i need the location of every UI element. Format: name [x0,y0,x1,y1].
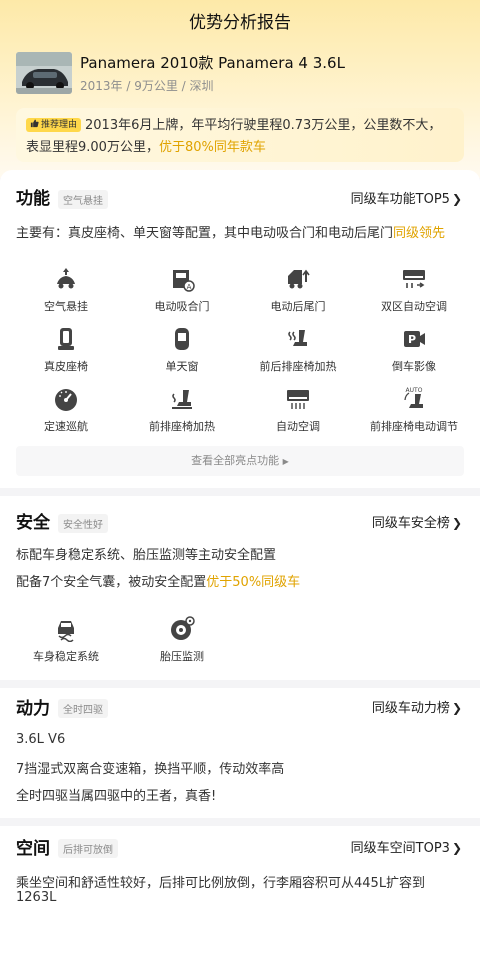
space-top3-link[interactable]: 同级车空间TOP3 ❯ [351,837,462,856]
safety-tag: 安全性好 [58,514,108,533]
safety-line-2-text: 配备7个安全气囊，被动安全配置 [16,575,207,590]
leather-seat-icon [58,328,74,350]
power-line-3: 全时四驱当属四驱中的王者，真香! [16,789,217,804]
feature-label: 定速巡航 [44,420,88,433]
seat-heating-icon [288,330,307,346]
safety-line-2: 配备7个安全气囊，被动安全配置优于50%同级车 [16,571,300,590]
safety-title: 安全 [16,513,50,533]
feature-label: 自动空调 [276,420,320,433]
feature-label: 电动吸合门 [154,300,210,313]
power-seat-adjust-icon: AUTO [404,387,423,408]
space-title: 空间 [16,839,50,859]
feature-label: 单天窗 [165,360,199,373]
header-banner: 优势分析报告 Panamera 2010款 Panamera 4 3.6L 20… [0,0,480,178]
power-tag: 全时四驱 [58,699,108,718]
soft-close-door-icon: A [173,270,195,292]
function-title: 功能 [16,189,50,209]
feature-front-seat-heating[interactable]: 前排座椅加热 [122,386,242,434]
see-all-features-button[interactable]: 查看全部亮点功能 ▶ [16,446,464,476]
caret-right-icon: ▶ [282,457,289,466]
page-title: 优势分析报告 [189,13,291,33]
feature-label: 胎压监测 [160,650,204,663]
function-summary: 主要有：真皮座椅、单天窗等配置，其中电动吸合门和电动后尾门同级领先 [16,222,445,241]
power-tailgate-icon [288,269,310,289]
feature-stability-control[interactable]: 车身稳定系统 [6,616,126,664]
feature-label: 前排座椅加热 [149,420,215,433]
function-summary-text: 主要有：真皮座椅、单天窗等配置，其中电动吸合门和电动后尾门 [16,226,394,241]
feature-label: 前后排座椅加热 [259,360,337,373]
feature-dual-zone-ac[interactable]: 双区自动空调 [354,266,474,314]
space-link-label: 同级车空间TOP3 [350,841,450,856]
function-summary-highlight: 同级领先 [393,226,446,241]
function-top5-link[interactable]: 同级车功能TOP5 ❯ [351,188,462,207]
space-line-2: 1263L [16,890,57,905]
feature-label: 车身稳定系统 [33,650,99,663]
feature-label: 前排座椅电动调节 [370,420,458,433]
feature-tire-pressure[interactable]: 胎压监测 [122,616,242,664]
air-suspension-icon [57,268,75,289]
dual-zone-ac-icon [403,270,425,288]
feature-cruise-control[interactable]: 定速巡航 [6,386,126,434]
space-line-1: 乘坐空间和舒适性较好，后排可比例放倒，行李厢容积可从445L扩容到 [16,876,426,891]
feature-power-tailgate[interactable]: 电动后尾门 [238,266,358,314]
chevron-right-icon: ❯ [451,701,462,715]
feature-parking-camera[interactable]: P 倒车影像 [354,326,474,374]
safety-rank-link[interactable]: 同级车安全榜 ❯ [372,512,462,531]
front-seat-heating-icon [172,390,192,409]
function-link-label: 同级车功能TOP5 [350,192,450,207]
power-link-label: 同级车动力榜 [371,701,450,716]
function-tag: 空气悬挂 [58,190,108,209]
feature-leather-seat[interactable]: 真皮座椅 [6,326,126,374]
recommend-badge: 推荐理由 [26,118,82,132]
space-tag: 后排可放倒 [58,839,118,858]
recommend-badge-label: 推荐理由 [41,120,78,130]
chevron-right-icon: ❯ [451,841,462,855]
feature-air-suspension[interactable]: 空气悬挂 [6,266,126,314]
svg-text:P: P [408,333,416,346]
recommend-reason: 推荐理由 2013年6月上牌，年平均行驶里程0.73万公里，公里数不大，表显里程… [16,108,464,162]
safety-line-2-highlight: 优于50%同级车 [206,575,301,590]
feature-auto-ac[interactable]: 自动空调 [238,386,358,434]
thumb-up-icon [30,119,39,128]
car-name: Panamera 2010款 Panamera 4 3.6L [80,54,345,72]
feature-label: 空气悬挂 [44,300,88,313]
power-line-1: 3.6L V6 [16,732,66,747]
feature-label: 电动后尾门 [270,300,326,313]
car-meta: 2013年 / 9万公里 / 深圳 [80,79,214,93]
tire-pressure-icon [171,616,195,640]
power-title: 动力 [16,699,50,719]
see-all-label: 查看全部亮点功能 [191,454,280,467]
power-line-2: 7挡湿式双离合变速箱，换挡平顺，传动效率高 [16,762,285,777]
parking-camera-icon: P [404,331,425,347]
safety-line-1: 标配车身稳定系统、胎压监测等主动安全配置 [16,548,277,563]
car-photo [16,52,72,94]
safety-link-label: 同级车安全榜 [371,516,450,531]
power-rank-link[interactable]: 同级车动力榜 ❯ [372,697,462,716]
sunroof-icon [175,328,189,350]
cruise-control-icon [55,389,77,411]
feature-seat-heating[interactable]: 前后排座椅加热 [238,326,358,374]
feature-sunroof[interactable]: 单天窗 [122,326,242,374]
reason-highlight: 优于80%同年款车 [158,140,266,155]
svg-text:A: A [187,283,192,291]
feature-label: 双区自动空调 [381,300,447,313]
feature-soft-close-door[interactable]: A 电动吸合门 [122,266,242,314]
feature-label: 真皮座椅 [44,360,88,373]
chevron-right-icon: ❯ [451,192,462,206]
stability-control-icon [58,621,74,642]
auto-ac-icon [287,390,309,409]
feature-label: 倒车影像 [392,360,436,373]
feature-power-seat-adjust[interactable]: AUTO 前排座椅电动调节 [354,386,474,434]
chevron-right-icon: ❯ [451,516,462,530]
